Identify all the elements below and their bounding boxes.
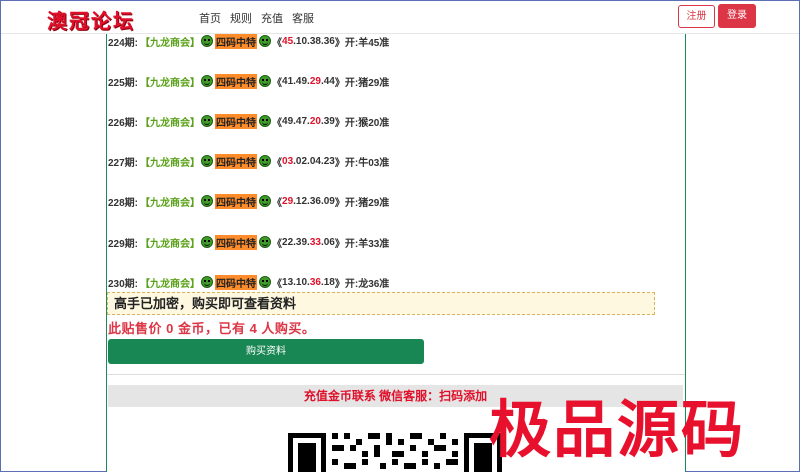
record-row: 226期: 【九龙商会】 四码中特 《 49.47. 20 .39 》 开:猴2…	[108, 113, 389, 129]
record-numbers-post: .39	[320, 115, 335, 127]
record-open: 《	[272, 278, 283, 290]
record-group: 【九龙商会】	[140, 117, 201, 129]
record-numbers-pre: 49.47.	[282, 115, 310, 127]
record-tag: 四码中特	[215, 234, 258, 250]
record-numbers-pre: 13.10.	[282, 276, 310, 288]
record-open: 《	[272, 197, 283, 209]
smiley-icon	[201, 155, 214, 167]
record-period: 225期:	[108, 77, 139, 89]
smiley-icon	[201, 195, 214, 207]
nav-recharge[interactable]: 充值	[261, 10, 283, 26]
record-close: 》	[334, 157, 345, 169]
record-close: 》	[334, 117, 345, 129]
record-period: 226期:	[108, 117, 139, 129]
smiley-icon	[259, 115, 272, 127]
record-tag: 四码中特	[215, 153, 258, 169]
record-result: 开:猪29准	[344, 197, 390, 209]
record-result: 开:羊33准	[344, 238, 390, 250]
record-tag: 四码中特	[215, 274, 258, 290]
record-period: 224期:	[108, 37, 139, 49]
price-info: 此贴售价 0 金币，已有 4 人购买。	[108, 321, 316, 336]
record-row: 230期: 【九龙商会】 四码中特 《 13.10. 36 .18 》 开:龙3…	[108, 274, 389, 290]
top-navbar: 澳冠论坛 首页 规则 充值 客服 注册 登录	[1, 1, 799, 34]
record-hit-number: 20	[309, 115, 321, 127]
nav-home[interactable]: 首页	[199, 10, 221, 26]
smiley-icon	[201, 115, 214, 127]
smiley-icon	[201, 276, 214, 288]
record-hit-number: 29	[282, 195, 294, 207]
smiley-icon	[259, 195, 272, 207]
record-hit-number: 33	[309, 236, 321, 248]
record-result: 开:猪29准	[344, 77, 390, 89]
record-result: 开:龙36准	[344, 278, 390, 290]
record-hit-number: 36	[309, 276, 321, 288]
record-group: 【九龙商会】	[140, 37, 201, 49]
record-numbers-post: .06	[320, 236, 335, 248]
smiley-icon	[259, 35, 272, 47]
divider	[107, 374, 685, 375]
record-row: 225期: 【九龙商会】 四码中特 《 41.49. 29 .44 》 开:猪2…	[108, 73, 389, 89]
record-period: 227期:	[108, 157, 139, 169]
smiley-icon	[259, 236, 272, 248]
record-tag: 四码中特	[215, 113, 258, 129]
record-numbers-post: .12.36.09	[293, 195, 335, 207]
record-result: 开:猴20准	[344, 117, 390, 129]
record-hit-number: 29	[309, 75, 321, 87]
buy-button[interactable]: 购买资料	[108, 339, 424, 364]
smiley-icon	[259, 75, 272, 87]
watermark-text: 极品源码	[489, 393, 746, 466]
record-group: 【九龙商会】	[140, 238, 201, 250]
smiley-icon	[201, 35, 214, 47]
record-hit-number: 45	[282, 35, 294, 47]
record-result: 开:羊45准	[344, 37, 390, 49]
nav-support[interactable]: 客服	[292, 10, 314, 26]
record-numbers: .10.38.36	[293, 35, 335, 47]
record-close: 》	[334, 197, 345, 209]
record-hit-number: 03	[282, 155, 294, 167]
record-numbers-post: .44	[320, 75, 335, 87]
record-tag: 四码中特	[215, 33, 258, 49]
record-numbers-pre: 22.39.	[282, 236, 310, 248]
record-close: 》	[334, 278, 345, 290]
record-numbers-post: .18	[320, 276, 335, 288]
record-tag: 四码中特	[215, 193, 258, 209]
record-row: 224期: 【九龙商会】 四码中特 《 45 .10.38.36 》 开:羊45…	[108, 33, 389, 49]
smiley-icon	[259, 276, 272, 288]
record-period: 229期:	[108, 238, 139, 250]
record-group: 【九龙商会】	[140, 77, 201, 89]
record-group: 【九龙商会】	[140, 278, 201, 290]
record-group: 【九龙商会】	[140, 157, 201, 169]
record-open: 《	[272, 117, 283, 129]
record-close: 》	[334, 77, 345, 89]
record-numbers-pre: 41.49.	[282, 75, 310, 87]
record-row: 229期: 【九龙商会】 四码中特 《 22.39. 33 .06 》 开:羊3…	[108, 234, 389, 250]
smiley-icon	[201, 75, 214, 87]
register-button[interactable]: 注册	[678, 5, 715, 28]
record-open: 《	[272, 157, 283, 169]
record-period: 230期:	[108, 278, 139, 290]
record-tag: 四码中特	[215, 73, 258, 89]
record-numbers-post: .02.04.23	[293, 155, 335, 167]
record-close: 》	[334, 238, 345, 250]
nav-rules[interactable]: 规则	[230, 10, 252, 26]
record-open: 《	[272, 77, 283, 89]
smiley-icon	[201, 236, 214, 248]
record-result: 开:牛03准	[344, 157, 390, 169]
qr-code	[286, 431, 504, 472]
record-period: 228期:	[108, 197, 139, 209]
smiley-icon	[259, 155, 272, 167]
locked-notice: 高手已加密，购买即可查看资料	[107, 292, 655, 315]
site-logo[interactable]: 澳冠论坛	[47, 5, 135, 34]
record-open: 《	[272, 238, 283, 250]
record-group: 【九龙商会】	[140, 197, 201, 209]
record-open: 《	[272, 37, 283, 49]
login-button[interactable]: 登录	[718, 4, 756, 28]
record-row: 228期: 【九龙商会】 四码中特 《 29 .12.36.09 》 开:猪29…	[108, 193, 389, 209]
record-row: 227期: 【九龙商会】 四码中特 《 03 .02.04.23 》 开:牛03…	[108, 153, 389, 169]
record-close: 》	[334, 37, 345, 49]
